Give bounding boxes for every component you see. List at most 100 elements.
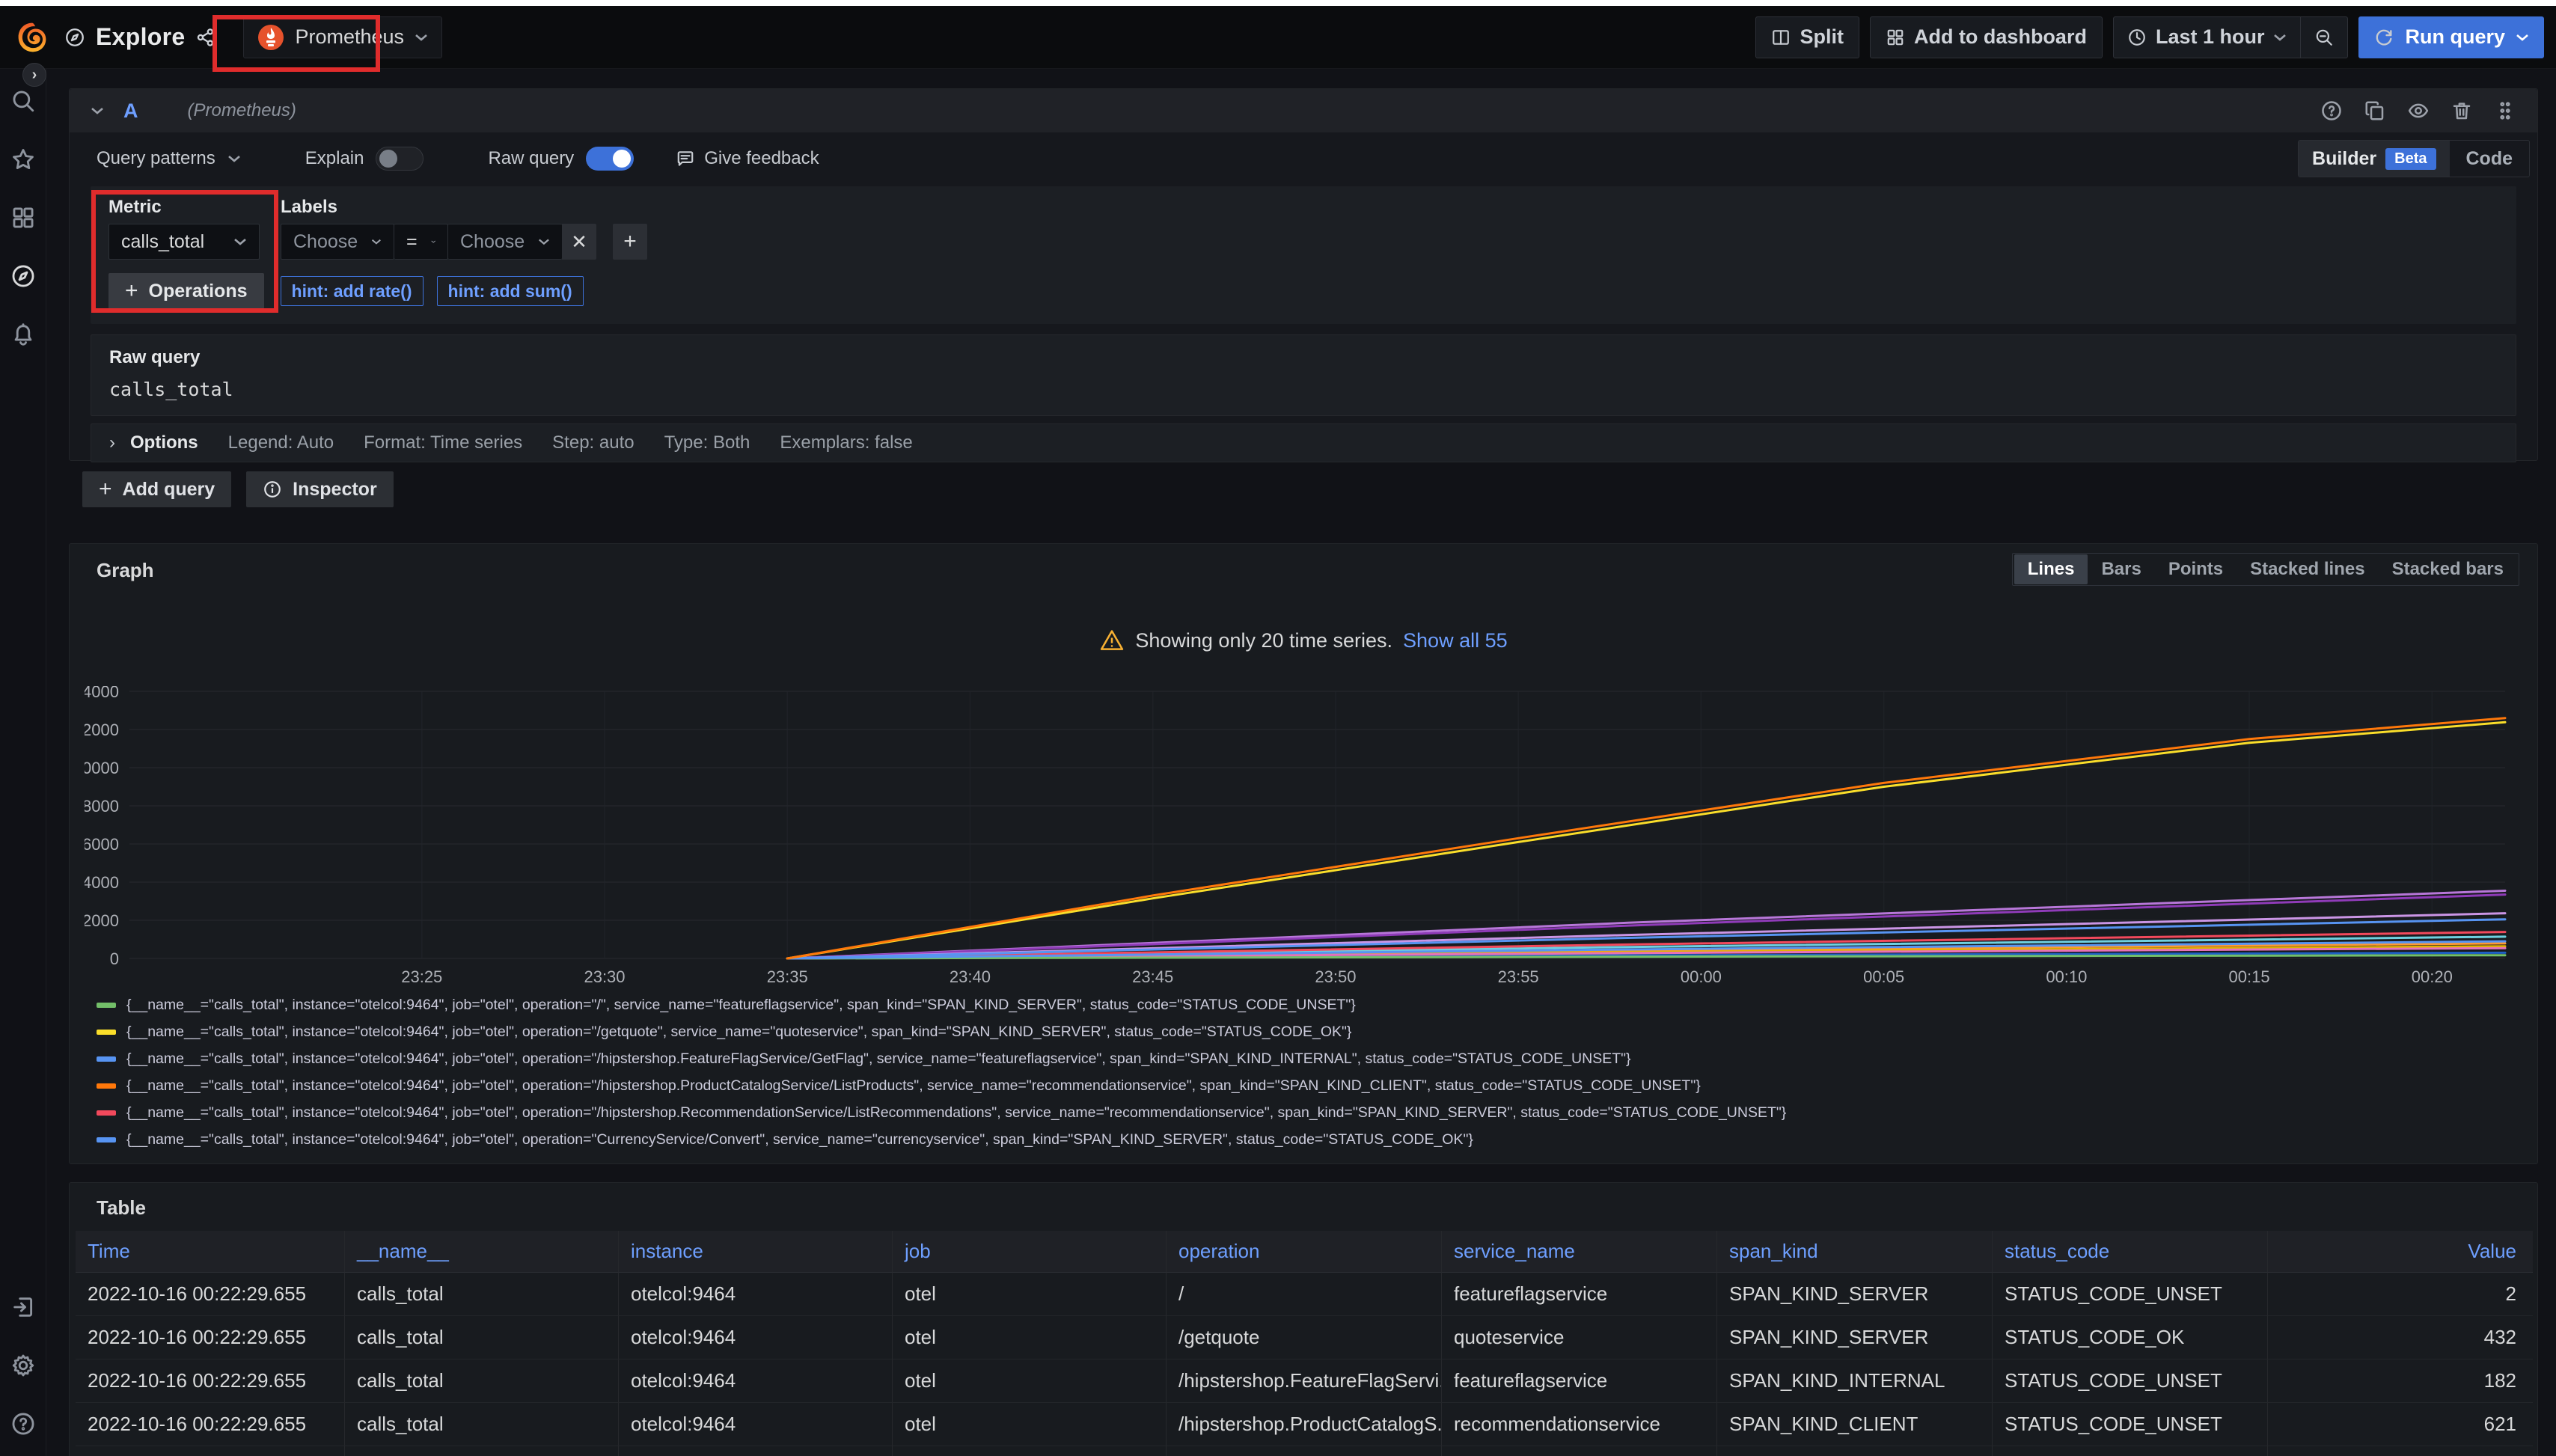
raw-query-toggle[interactable] xyxy=(586,147,634,171)
inspector-button[interactable]: Inspector xyxy=(246,471,394,507)
legend-series-label[interactable]: {__name__="calls_total", instance="otelc… xyxy=(126,997,1356,1014)
explore-title-group: Explore xyxy=(64,23,216,51)
show-all-series-link[interactable]: Show all 55 xyxy=(1403,629,1508,652)
query-row-header[interactable]: A (Prometheus) xyxy=(70,89,2537,132)
query-patterns-label: Query patterns xyxy=(97,148,215,169)
label-key-select[interactable]: Choose xyxy=(281,224,394,260)
legend-series-label[interactable]: {__name__="calls_total", instance="otelc… xyxy=(126,1104,1786,1122)
remove-query-trash-icon[interactable] xyxy=(2450,100,2473,122)
duplicate-query-icon[interactable] xyxy=(2364,100,2386,122)
x-axis-tick-label: 23:35 xyxy=(767,967,808,986)
add-label-filter-button[interactable]: + xyxy=(613,224,647,260)
drag-handle-icon[interactable] xyxy=(2494,100,2516,122)
table-header-cell[interactable]: job xyxy=(893,1231,1167,1273)
time-range-button[interactable]: Last 1 hour xyxy=(2114,17,2301,58)
sidebar-expand-button[interactable]: › xyxy=(22,63,46,87)
grafana-logo[interactable] xyxy=(15,20,49,55)
table-cell: 432 xyxy=(2268,1316,2533,1359)
beta-badge: Beta xyxy=(2385,148,2436,170)
collapse-chevron-icon[interactable] xyxy=(91,106,104,115)
legend-series-label[interactable]: {__name__="calls_total", instance="otelc… xyxy=(126,1077,1701,1095)
query-actions: + Add query Inspector xyxy=(82,471,394,507)
table-row[interactable]: 2022-10-16 00:22:29.655calls_totalotelco… xyxy=(76,1403,2533,1446)
x-axis-tick-label: 00:05 xyxy=(1863,967,1904,986)
y-axis-tick-label: 14000 xyxy=(85,686,119,701)
metric-select[interactable]: calls_total xyxy=(108,224,260,260)
split-button[interactable]: Split xyxy=(1755,16,1859,58)
explain-label: Explain xyxy=(305,148,364,169)
query-hint-button[interactable]: hint: add sum() xyxy=(437,276,584,306)
query-options-row[interactable]: › Options Legend: AutoFormat: Time serie… xyxy=(91,423,2516,462)
remove-label-filter-button[interactable]: ✕ xyxy=(562,224,596,260)
table-header-cell[interactable]: __name__ xyxy=(345,1231,619,1273)
table-row[interactable]: 2022-10-16 00:22:29.655calls_totalotelco… xyxy=(76,1359,2533,1403)
table-header-cell[interactable]: Value xyxy=(2268,1231,2533,1273)
graph-mode-stacked-lines[interactable]: Stacked lines xyxy=(2236,554,2378,584)
table-header-cell[interactable]: instance xyxy=(619,1231,893,1273)
table-header-cell[interactable]: service_name xyxy=(1442,1231,1717,1273)
inspector-label: Inspector xyxy=(293,479,377,501)
disable-query-eye-icon[interactable] xyxy=(2407,100,2430,122)
clock-icon xyxy=(2127,28,2147,47)
y-axis-tick-label: 8000 xyxy=(85,797,119,816)
label-operator-select[interactable]: = xyxy=(394,224,448,260)
dashboards-icon[interactable] xyxy=(10,205,36,230)
explore-compass-icon[interactable] xyxy=(10,263,36,289)
legend-series-label[interactable]: {__name__="calls_total", instance="otelc… xyxy=(126,1131,1473,1148)
search-icon[interactable] xyxy=(10,88,36,114)
legend-series-label[interactable]: {__name__="calls_total", instance="otelc… xyxy=(126,1050,1631,1068)
time-series-chart[interactable]: 0200040006000800010000120001400023:2523:… xyxy=(85,686,2524,997)
query-hints: hint: add rate() hint: add sum() xyxy=(281,276,584,306)
query-patterns-dropdown[interactable]: Query patterns xyxy=(97,148,241,169)
table-row[interactable]: 2022-10-16 00:22:29.655calls_totalotelco… xyxy=(76,1446,2533,1456)
add-to-dashboard-button[interactable]: Add to dashboard xyxy=(1870,16,2103,58)
x-axis-tick-label: 23:30 xyxy=(584,967,625,986)
settings-gear-icon[interactable] xyxy=(10,1353,36,1378)
label-value-placeholder: Choose xyxy=(460,231,525,253)
builder-tab[interactable]: Builder Beta xyxy=(2299,141,2449,177)
chevron-down-icon xyxy=(431,237,435,246)
legend-series-color xyxy=(97,1056,116,1062)
explain-toggle[interactable] xyxy=(376,147,424,171)
chevron-down-icon xyxy=(233,237,247,246)
help-icon[interactable] xyxy=(10,1411,36,1437)
graph-mode-stacked-bars[interactable]: Stacked bars xyxy=(2379,554,2517,584)
datasource-name: Prometheus xyxy=(295,25,404,49)
legend-series-label[interactable]: {__name__="calls_total", instance="otelc… xyxy=(126,1024,1351,1041)
labels-label: Labels xyxy=(281,197,647,218)
sign-in-icon[interactable] xyxy=(10,1294,36,1320)
table-row[interactable]: 2022-10-16 00:22:29.655calls_totalotelco… xyxy=(76,1316,2533,1359)
table-header-cell[interactable]: operation xyxy=(1167,1231,1442,1273)
graph-mode-lines[interactable]: Lines xyxy=(2014,554,2088,584)
query-hint-button[interactable]: hint: add rate() xyxy=(281,276,424,306)
table-row[interactable]: 2022-10-16 00:22:29.655calls_totalotelco… xyxy=(76,1273,2533,1316)
give-feedback-button[interactable]: Give feedback xyxy=(676,148,819,169)
add-query-button[interactable]: + Add query xyxy=(82,471,231,507)
add-operations-button[interactable]: + Operations xyxy=(108,273,264,309)
table-cell: SPAN_KIND_SERVER xyxy=(1717,1316,1993,1359)
table-cell: SPAN_KIND_SERVER xyxy=(1717,1273,1993,1316)
option-summary-item: Type: Both xyxy=(664,432,750,453)
table-header-cell[interactable]: Time xyxy=(76,1231,345,1273)
graph-mode-bars[interactable]: Bars xyxy=(2088,554,2154,584)
table-header-cell[interactable]: span_kind xyxy=(1717,1231,1993,1273)
time-range-label: Last 1 hour xyxy=(2156,25,2265,49)
table-cell: otel xyxy=(893,1446,1167,1456)
zoom-out-time-button[interactable] xyxy=(2301,17,2347,58)
label-value-select[interactable]: Choose xyxy=(448,224,562,260)
graph-mode-points[interactable]: Points xyxy=(2155,554,2236,584)
run-query-label: Run query xyxy=(2405,25,2505,49)
run-query-button[interactable]: Run query xyxy=(2358,16,2544,58)
starred-icon[interactable] xyxy=(10,147,36,172)
query-help-icon[interactable] xyxy=(2320,100,2343,122)
give-feedback-label: Give feedback xyxy=(704,148,819,169)
alerting-bell-icon[interactable] xyxy=(10,322,36,347)
table-cell: /hipstershop.ProductCatalogS... xyxy=(1167,1403,1442,1446)
table-cell: featureflagservice xyxy=(1442,1359,1717,1403)
share-icon[interactable] xyxy=(195,27,216,48)
datasource-picker[interactable]: Prometheus xyxy=(243,16,442,58)
table-header-cell[interactable]: status_code xyxy=(1993,1231,2268,1273)
split-icon xyxy=(1771,28,1791,47)
code-tab[interactable]: Code xyxy=(2450,148,2530,170)
grafana-explore-app: Explore Prometheus Split xyxy=(0,0,2556,1456)
